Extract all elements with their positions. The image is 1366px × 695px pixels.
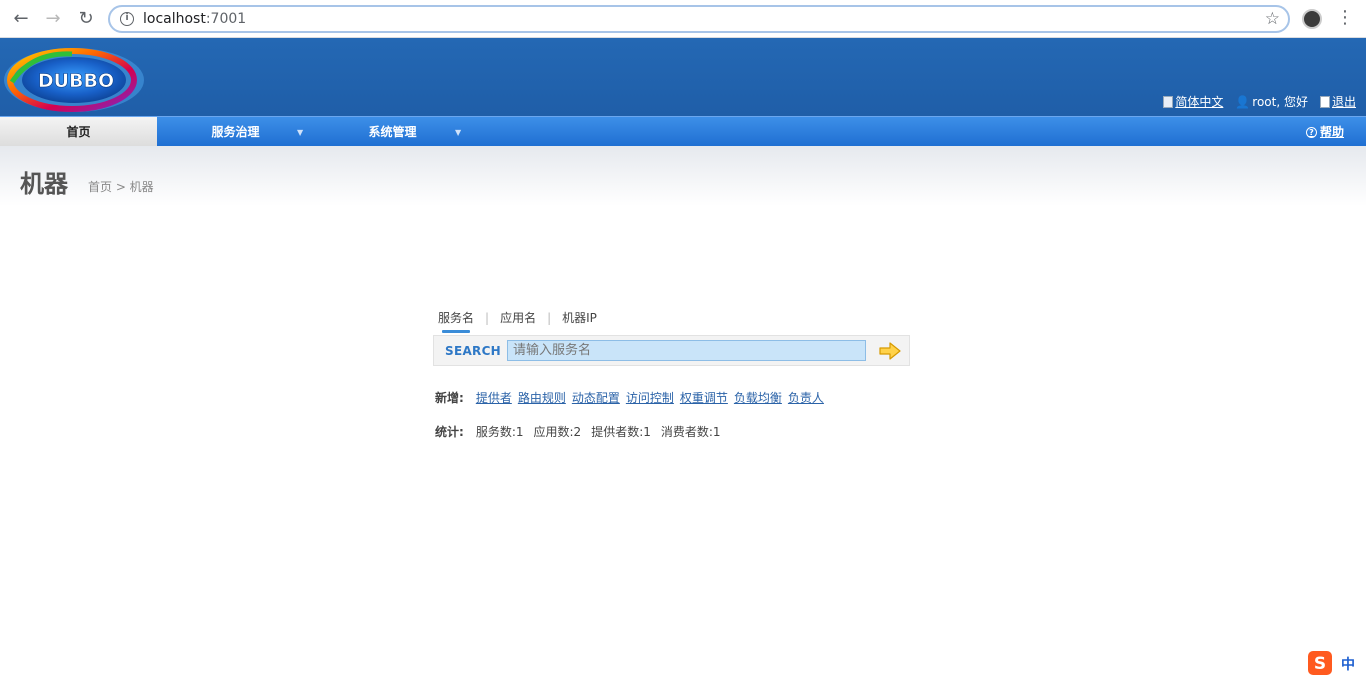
tab-service-name[interactable]: 服务名 xyxy=(438,309,474,333)
stat-apps: 应用数:2 xyxy=(533,425,582,439)
help-link[interactable]: ? 帮助 xyxy=(1305,117,1344,148)
stat-services: 服务数:1 xyxy=(475,425,524,439)
add-load-balance-link[interactable]: 负载均衡 xyxy=(734,389,782,406)
site-header: DUBBO 简体中文 👤 root, 您好 退出 xyxy=(0,38,1366,116)
nav-item-home[interactable]: 首页 xyxy=(0,117,157,147)
tab-machine-ip[interactable]: 机器IP xyxy=(562,309,597,326)
stats-row: 统计: 服务数:1 应用数:2 提供者数:1 消费者数:1 xyxy=(435,423,725,440)
search-box: SEARCH xyxy=(433,335,910,366)
add-access-control-link[interactable]: 访问控制 xyxy=(626,389,674,406)
main-nav: 首页 服务治理 ▼ 系统管理 ▼ ? 帮助 xyxy=(0,116,1366,148)
tab-separator: | xyxy=(547,310,552,325)
address-url[interactable]: localhost:7001 xyxy=(143,11,246,27)
site-info-icon[interactable]: i xyxy=(120,12,134,26)
tab-separator: | xyxy=(485,310,490,325)
stat-providers: 提供者数:1 xyxy=(591,425,651,439)
logout-link[interactable]: 退出 xyxy=(1319,93,1356,110)
chevron-down-icon[interactable]: ▼ xyxy=(455,117,461,148)
nav-item-service-governance[interactable]: 服务治理 xyxy=(157,117,314,147)
stats-label: 统计: xyxy=(435,425,464,439)
help-icon: ? xyxy=(1305,127,1317,138)
svg-text:S: S xyxy=(1314,654,1326,674)
search-label: SEARCH xyxy=(445,344,502,358)
header-links: 简体中文 👤 root, 您好 退出 xyxy=(1163,93,1356,110)
search-input[interactable] xyxy=(507,340,866,361)
ime-indicator[interactable]: S 中 xyxy=(1307,650,1361,676)
add-route-link[interactable]: 路由规则 xyxy=(518,389,566,406)
breadcrumb: 首页 > 机器 xyxy=(88,180,154,194)
document-icon xyxy=(1163,95,1174,108)
add-owner-link[interactable]: 负责人 xyxy=(788,389,824,406)
dubbo-logo[interactable]: DUBBO xyxy=(2,42,146,114)
logo-text: DUBBO xyxy=(38,70,114,92)
page-title: 机器 xyxy=(20,170,68,198)
nav-item-system-management[interactable]: 系统管理 xyxy=(314,117,471,147)
user-greeting: 👤 root, 您好 xyxy=(1235,94,1308,110)
forward-arrow-icon[interactable]: → xyxy=(42,8,64,30)
language-link[interactable]: 简体中文 xyxy=(1163,93,1223,110)
address-bar[interactable]: i localhost:7001 ☆ xyxy=(108,5,1290,33)
back-arrow-icon[interactable]: ← xyxy=(10,8,32,30)
chevron-down-icon[interactable]: ▼ xyxy=(297,117,303,148)
tab-app-name[interactable]: 应用名 xyxy=(500,309,536,326)
title-band: 机器 首页 > 机器 xyxy=(0,146,1366,206)
profile-avatar[interactable] xyxy=(1302,9,1322,29)
add-label: 新增: xyxy=(435,391,464,405)
reload-icon[interactable]: ↻ xyxy=(75,8,97,30)
bookmark-star-icon[interactable]: ☆ xyxy=(1265,9,1280,29)
browser-toolbar: ← → ↻ i localhost:7001 ☆ ⋮ xyxy=(0,0,1366,38)
add-row: 新增: 提供者 路由规则 动态配置 访问控制 权重调节 负载均衡 负责人 xyxy=(435,389,824,406)
user-icon: 👤 xyxy=(1235,94,1251,109)
stat-consumers: 消费者数:1 xyxy=(660,425,721,439)
search-tabs: 服务名 | 应用名 | 机器IP xyxy=(438,309,597,333)
search-arrow-icon[interactable] xyxy=(878,340,902,362)
add-provider-link[interactable]: 提供者 xyxy=(476,389,512,406)
ime-mode-label: 中 xyxy=(1341,656,1355,673)
logout-icon xyxy=(1319,95,1330,108)
add-weight-link[interactable]: 权重调节 xyxy=(680,389,728,406)
add-dynamic-config-link[interactable]: 动态配置 xyxy=(572,389,620,406)
browser-menu-icon[interactable]: ⋮ xyxy=(1336,7,1354,28)
